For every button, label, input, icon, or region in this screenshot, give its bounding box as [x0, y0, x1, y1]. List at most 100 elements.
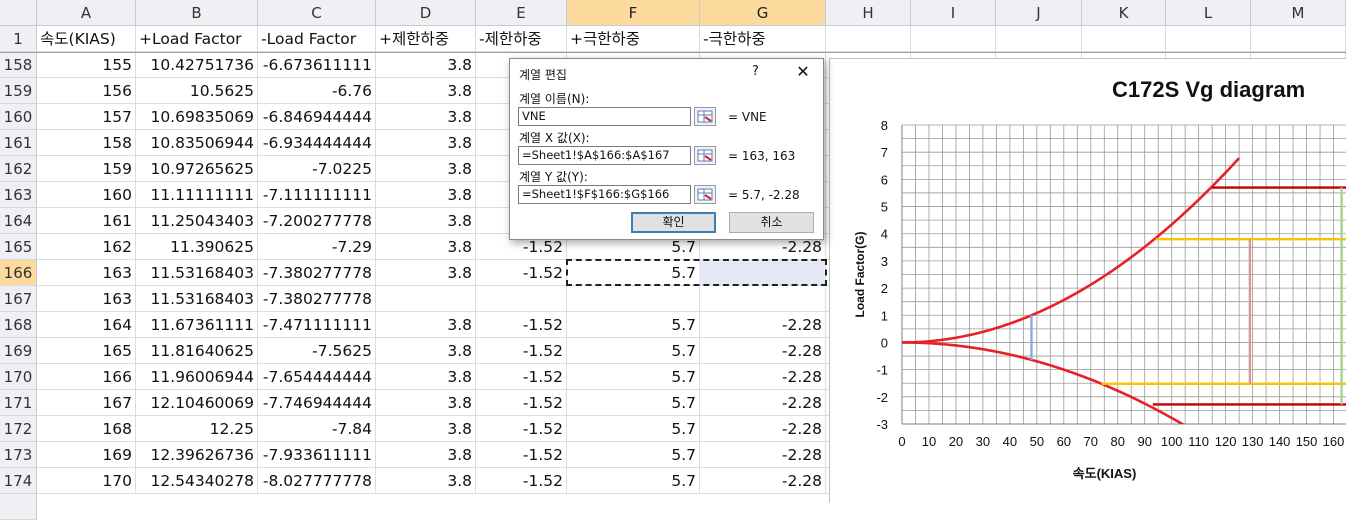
- cell-f174[interactable]: 5.7: [567, 468, 700, 494]
- cell-d169[interactable]: 3.8: [376, 338, 476, 364]
- cell-d170[interactable]: 3.8: [376, 364, 476, 390]
- row-header[interactable]: 165: [0, 234, 37, 260]
- row-header[interactable]: 172: [0, 416, 37, 442]
- cell-i1[interactable]: [911, 26, 996, 52]
- cell-c162[interactable]: -7.0225: [258, 156, 376, 182]
- cell-d161[interactable]: 3.8: [376, 130, 476, 156]
- column-header-j[interactable]: J: [996, 0, 1082, 26]
- cell-a158[interactable]: 155: [37, 52, 136, 78]
- cell-c173[interactable]: -7.933611111: [258, 442, 376, 468]
- cell-a161[interactable]: 158: [37, 130, 136, 156]
- cell-b169[interactable]: 11.81640625: [136, 338, 258, 364]
- column-header-f[interactable]: F: [567, 0, 700, 26]
- select-all-corner[interactable]: [0, 0, 37, 26]
- cell-g169[interactable]: -2.28: [700, 338, 826, 364]
- row-header[interactable]: 171: [0, 390, 37, 416]
- cell-a167[interactable]: 163: [37, 286, 136, 312]
- cell-e171[interactable]: -1.52: [476, 390, 567, 416]
- cell-d172[interactable]: 3.8: [376, 416, 476, 442]
- cell-d158[interactable]: 3.8: [376, 52, 476, 78]
- row-header[interactable]: 162: [0, 156, 37, 182]
- cell-c169[interactable]: -7.5625: [258, 338, 376, 364]
- range-picker-icon[interactable]: [694, 185, 716, 204]
- cell-g173[interactable]: -2.28: [700, 442, 826, 468]
- cell-c158[interactable]: -6.673611111: [258, 52, 376, 78]
- column-header-m[interactable]: M: [1251, 0, 1346, 26]
- cell-c164[interactable]: -7.200277778: [258, 208, 376, 234]
- help-icon[interactable]: ?: [752, 64, 759, 79]
- cell-d1[interactable]: +제한하중: [376, 26, 476, 52]
- column-header-g[interactable]: G: [700, 0, 826, 26]
- cell-f168[interactable]: 5.7: [567, 312, 700, 338]
- column-header-k[interactable]: K: [1082, 0, 1166, 26]
- cell-b168[interactable]: 11.67361111: [136, 312, 258, 338]
- row-header[interactable]: 168: [0, 312, 37, 338]
- cell-b171[interactable]: 12.10460069: [136, 390, 258, 416]
- cell-a166[interactable]: 163: [37, 260, 136, 286]
- cell-d167[interactable]: [376, 286, 476, 312]
- cell-d168[interactable]: 3.8: [376, 312, 476, 338]
- column-header-d[interactable]: D: [376, 0, 476, 26]
- row-header[interactable]: 170: [0, 364, 37, 390]
- vg-diagram-chart[interactable]: 0 10 20 30 40 50 60 70 80 90 100 110 120 130 140 150 160…: [829, 58, 1346, 503]
- cell-b166[interactable]: 11.53168403: [136, 260, 258, 286]
- row-header[interactable]: [0, 494, 37, 520]
- cell-f1[interactable]: +극한하중: [567, 26, 700, 52]
- series-y-input[interactable]: =Sheet1!$F$166:$G$166: [518, 185, 691, 204]
- cell-b174[interactable]: 12.54340278: [136, 468, 258, 494]
- row-header[interactable]: 166: [0, 260, 37, 286]
- cell-b165[interactable]: 11.390625: [136, 234, 258, 260]
- cell-c168[interactable]: -7.471111111: [258, 312, 376, 338]
- cell-a173[interactable]: 169: [37, 442, 136, 468]
- cell-c1[interactable]: -Load Factor: [258, 26, 376, 52]
- cell-l1[interactable]: [1166, 26, 1251, 52]
- cell-d165[interactable]: 3.8: [376, 234, 476, 260]
- cell-a165[interactable]: 162: [37, 234, 136, 260]
- cell-b164[interactable]: 11.25043403: [136, 208, 258, 234]
- cell-f169[interactable]: 5.7: [567, 338, 700, 364]
- cell-c163[interactable]: -7.111111111: [258, 182, 376, 208]
- row-header[interactable]: 173: [0, 442, 37, 468]
- cell-e169[interactable]: -1.52: [476, 338, 567, 364]
- cell-c172[interactable]: -7.84: [258, 416, 376, 442]
- row-header[interactable]: 164: [0, 208, 37, 234]
- cell-a168[interactable]: 164: [37, 312, 136, 338]
- row-header[interactable]: 163: [0, 182, 37, 208]
- cell-g172[interactable]: -2.28: [700, 416, 826, 442]
- column-header-l[interactable]: L: [1166, 0, 1251, 26]
- cell-e172[interactable]: -1.52: [476, 416, 567, 442]
- cell-c159[interactable]: -6.76: [258, 78, 376, 104]
- cell-b1[interactable]: +Load Factor: [136, 26, 258, 52]
- cell-f173[interactable]: 5.7: [567, 442, 700, 468]
- edit-series-dialog[interactable]: 계열 편집 ? ✕ 계열 이름(N): VNE = VNE 계열 X 값(X):…: [509, 58, 824, 240]
- series-x-input[interactable]: =Sheet1!$A$166:$A$167: [518, 146, 691, 165]
- cell-c166[interactable]: -7.380277778: [258, 260, 376, 286]
- cell-c171[interactable]: -7.746944444: [258, 390, 376, 416]
- cell-e166[interactable]: -1.52: [476, 260, 567, 286]
- cell-g170[interactable]: -2.28: [700, 364, 826, 390]
- range-picker-icon[interactable]: [694, 107, 716, 126]
- cell-g167[interactable]: [700, 286, 826, 312]
- column-header-h[interactable]: H: [826, 0, 911, 26]
- cell-d164[interactable]: 3.8: [376, 208, 476, 234]
- column-header-c[interactable]: C: [258, 0, 376, 26]
- cancel-button[interactable]: 취소: [729, 212, 814, 233]
- cell-d173[interactable]: 3.8: [376, 442, 476, 468]
- cell-c174[interactable]: -8.027777778: [258, 468, 376, 494]
- cell-a159[interactable]: 156: [37, 78, 136, 104]
- column-header-i[interactable]: I: [911, 0, 996, 26]
- cell-f172[interactable]: 5.7: [567, 416, 700, 442]
- cell-a163[interactable]: 160: [37, 182, 136, 208]
- cell-b158[interactable]: 10.42751736: [136, 52, 258, 78]
- ok-button[interactable]: 확인: [631, 212, 716, 233]
- cell-b161[interactable]: 10.83506944: [136, 130, 258, 156]
- cell-f171[interactable]: 5.7: [567, 390, 700, 416]
- cell-c165[interactable]: -7.29: [258, 234, 376, 260]
- cell-h1[interactable]: [826, 26, 911, 52]
- close-icon[interactable]: ✕: [792, 61, 814, 83]
- cell-f167[interactable]: [567, 286, 700, 312]
- cell-e170[interactable]: -1.52: [476, 364, 567, 390]
- cell-g168[interactable]: -2.28: [700, 312, 826, 338]
- cell-m1[interactable]: [1251, 26, 1346, 52]
- cell-g174[interactable]: -2.28: [700, 468, 826, 494]
